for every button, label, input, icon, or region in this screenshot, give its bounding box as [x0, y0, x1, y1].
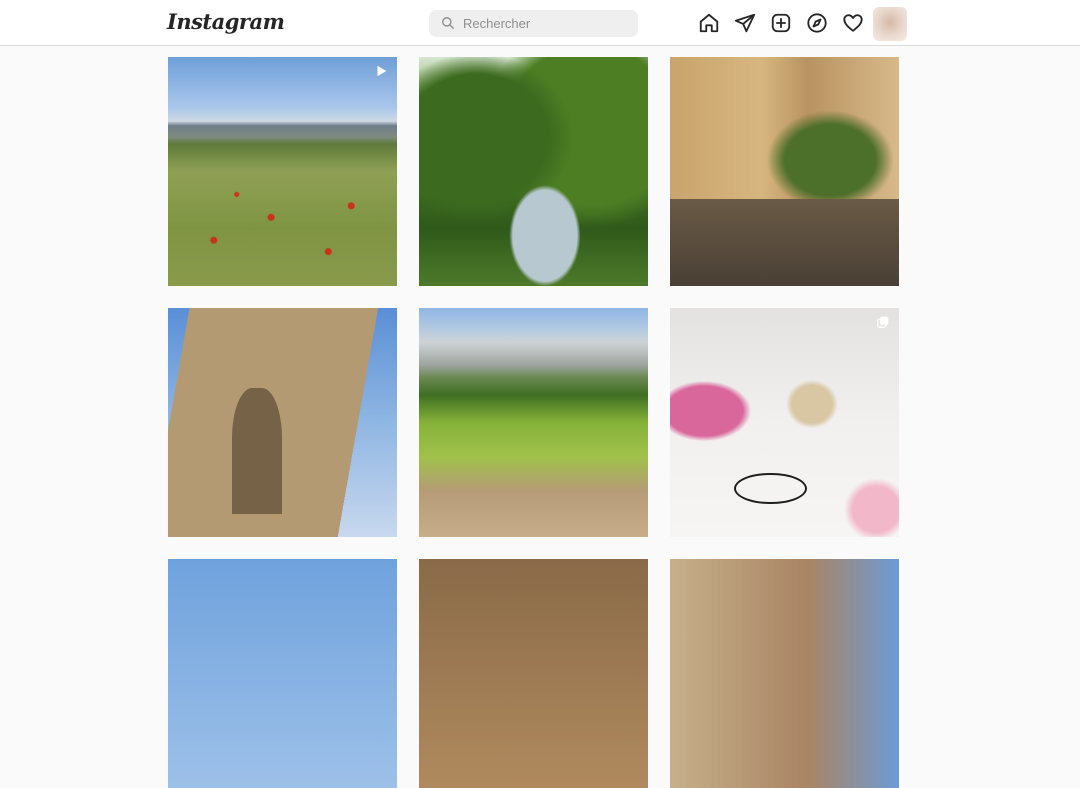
explore-icon[interactable] [806, 12, 828, 34]
grid-post-4[interactable] [168, 308, 397, 537]
search-placeholder: Rechercher [463, 16, 531, 31]
profile-avatar[interactable] [873, 7, 907, 41]
reel-icon [377, 65, 387, 77]
search-box[interactable]: Rechercher [429, 10, 638, 37]
grid-post-1[interactable] [168, 57, 397, 286]
grid-post-5[interactable] [419, 308, 648, 537]
grid-post-7[interactable] [168, 559, 397, 788]
instagram-logo[interactable]: Instagram [167, 9, 285, 34]
grid-post-6[interactable] [670, 308, 899, 537]
activity-heart-icon[interactable] [842, 12, 864, 34]
top-navigation-bar: Instagram Rechercher [0, 0, 1080, 46]
search-icon [442, 17, 454, 29]
home-icon[interactable] [698, 12, 720, 34]
grid-post-9[interactable] [670, 559, 899, 788]
grid-post-3[interactable] [670, 57, 899, 286]
direct-messages-icon[interactable] [734, 12, 756, 34]
carousel-icon [877, 316, 889, 328]
grid-post-8[interactable] [419, 559, 648, 788]
new-post-icon[interactable] [770, 12, 792, 34]
grid-post-2[interactable] [419, 57, 648, 286]
